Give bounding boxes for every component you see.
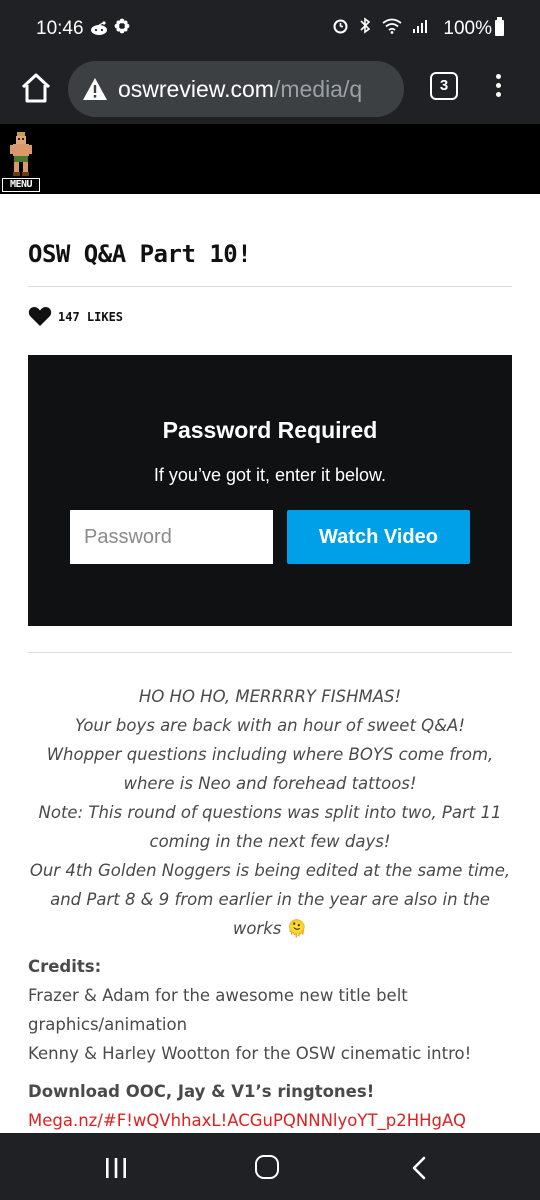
bluetooth-icon: [359, 17, 381, 38]
status-bar: 10:46 100%: [0, 0, 540, 56]
download-heading: Download OOC, Jay & V1’s ringtones!: [28, 1082, 375, 1101]
credits-line: Frazer & Adam for the awesome new title …: [28, 986, 408, 1034]
site-header: MENU: [0, 124, 540, 194]
settings-flower-icon: [113, 18, 131, 39]
watch-video-button[interactable]: Watch Video: [287, 510, 470, 564]
tabs-icon[interactable]: 3: [430, 72, 458, 100]
page-title: OSW Q&A Part 10!: [28, 240, 252, 268]
password-required-heading: Password Required: [162, 417, 378, 443]
home-nav-icon[interactable]: [255, 1155, 279, 1179]
url-path: /media/q: [273, 76, 363, 102]
description-line: HO HO HO, MERRRRY FISHMAS!: [138, 687, 402, 706]
description-line: Whopper questions including where BOYS c…: [46, 745, 494, 793]
heart-icon[interactable]: [28, 305, 52, 327]
url-text[interactable]: oswreview.com/media/q: [118, 76, 362, 103]
system-icons: [332, 17, 428, 39]
site-menu-button[interactable]: MENU: [2, 130, 40, 192]
more-vert-icon[interactable]: [488, 70, 508, 106]
back-icon[interactable]: [410, 1156, 428, 1180]
divider: [28, 652, 512, 653]
clock: 10:46: [36, 18, 84, 39]
melting-face-emoji: 🫠: [286, 919, 308, 938]
wrestler-sprite-icon: [10, 132, 32, 176]
battery-percent: 100%: [443, 18, 492, 39]
browser-toolbar: oswreview.com/media/q 3: [0, 56, 540, 124]
alarm-icon: [332, 19, 359, 38]
signal-icon: [412, 20, 428, 38]
recent-apps-icon[interactable]: [104, 1157, 128, 1179]
description-line: Note: This round of questions was split …: [38, 803, 502, 851]
reddit-icon: [90, 20, 113, 39]
credits-section: Credits: Frazer & Adam for the awesome n…: [28, 952, 528, 1068]
description-line: Your boys are back with an hour of sweet…: [75, 716, 465, 735]
download-link[interactable]: Mega.nz/#F!wQVhhaxL!ACGuPQNNNlyoYT_p2HHg…: [28, 1111, 466, 1130]
home-icon[interactable]: [18, 70, 54, 106]
video-password-gate: Password Required If you’ve got it, ente…: [28, 355, 512, 626]
address-bar[interactable]: oswreview.com/media/q: [68, 61, 404, 117]
wifi-icon: [381, 18, 412, 38]
description-line: Our 4th Golden Noggers is being edited a…: [29, 861, 511, 938]
system-nav-bar: [0, 1133, 540, 1200]
download-section: Download OOC, Jay & V1’s ringtones! Mega…: [28, 1077, 528, 1135]
post-description: HO HO HO, MERRRRY FISHMAS! Your boys are…: [28, 682, 512, 943]
credits-heading: Credits:: [28, 957, 102, 976]
likes-count: 147 LIKES: [58, 310, 124, 324]
menu-label: MENU: [2, 178, 40, 192]
description-line-with-emoji: Our 4th Golden Noggers is being edited a…: [28, 856, 512, 943]
password-required-subtitle: If you’ve got it, enter it below.: [153, 465, 387, 485]
battery-icon: [495, 17, 504, 36]
url-host: oswreview.com: [118, 76, 274, 102]
credits-line: Kenny & Harley Wootton for the OSW cinem…: [28, 1044, 472, 1063]
password-input[interactable]: [70, 510, 273, 564]
divider: [28, 286, 512, 287]
warning-icon[interactable]: [82, 77, 108, 101]
notification-icons: [90, 17, 131, 40]
